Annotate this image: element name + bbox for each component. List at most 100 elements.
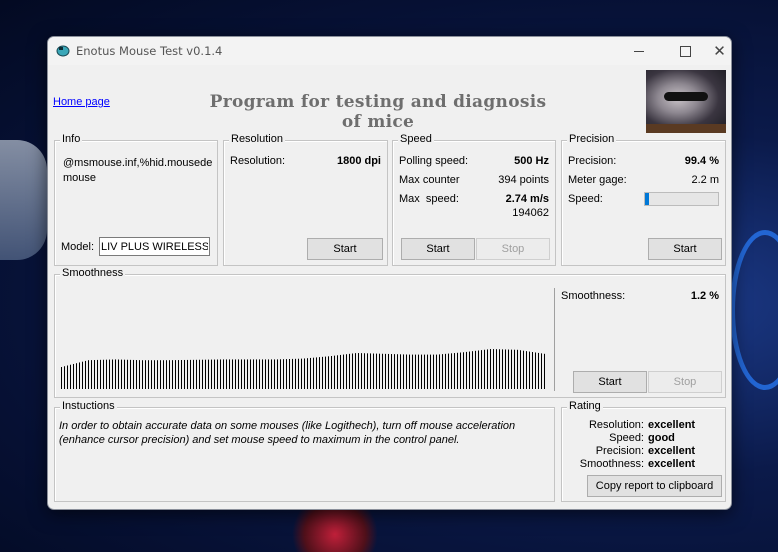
smoothness-start-button[interactable]: Start (573, 371, 647, 393)
graph-bar (412, 354, 413, 389)
copy-report-button[interactable]: Copy report to clipboard (587, 475, 722, 497)
graph-bar (202, 359, 203, 389)
rating-group: Rating Resolution: excellent Speed: good Pre… (561, 400, 726, 502)
graph-bar (169, 360, 170, 389)
graph-bar (256, 359, 257, 389)
graph-bar (493, 349, 494, 389)
resolution-group: Resolution Resolution: 1800 dpi Start (223, 133, 388, 266)
mouse-icon (56, 45, 70, 57)
graph-bar (499, 349, 500, 389)
precision-start-button[interactable]: Start (648, 238, 722, 260)
graph-bar (118, 359, 119, 389)
graph-bar (163, 360, 164, 389)
graph-bar (463, 352, 464, 389)
graph-bar (334, 355, 335, 389)
precision-title: Precision (567, 133, 617, 145)
max-counter-label: Max counter (399, 174, 460, 186)
resolution-start-button[interactable]: Start (307, 238, 383, 260)
graph-bar (199, 359, 200, 389)
smoothness-title: Smoothness (60, 267, 126, 279)
graph-bar (151, 360, 152, 389)
graph-bar (115, 359, 116, 389)
graph-bar (469, 351, 470, 389)
graph-bar (322, 356, 323, 389)
graph-bar (505, 349, 506, 389)
graph-bar (472, 351, 473, 389)
graph-bar (154, 360, 155, 389)
graph-bar (511, 349, 512, 389)
graph-bar (466, 351, 467, 389)
graph-bar (481, 350, 482, 389)
graph-bar (76, 363, 77, 389)
graph-bar (448, 353, 449, 389)
graph-bar (211, 359, 212, 389)
maximize-icon (679, 45, 691, 57)
speed-start-button[interactable]: Start (401, 238, 475, 260)
headline: Program for testing and diagnosis of mic… (209, 92, 547, 132)
graph-bar (277, 359, 278, 389)
graph-bar (250, 359, 251, 389)
graph-bar (538, 352, 539, 389)
graph-bar (271, 359, 272, 389)
graph-bar (121, 359, 122, 389)
close-button[interactable]: ✕ (708, 37, 731, 65)
graph-bar (415, 354, 416, 389)
meter-gage-label: Meter gage: (568, 174, 627, 186)
graph-bar (394, 354, 395, 389)
max-speed-value: 2.74 m/s (505, 193, 549, 205)
graph-bar (265, 359, 266, 389)
device-name: @msmouse.inf,%hid.mousede mouse (63, 157, 213, 184)
graph-bar (136, 360, 137, 389)
graph-bar (442, 354, 443, 389)
graph-bar (409, 354, 410, 389)
graph-bar (187, 359, 188, 389)
raccoon-image (646, 70, 726, 133)
precision-label: Precision: (568, 155, 617, 167)
graph-bar (79, 362, 80, 389)
graph-bar (328, 356, 329, 389)
speed-stop-button[interactable]: Stop (476, 238, 550, 260)
graph-bar (451, 353, 452, 389)
graph-bar (355, 353, 356, 389)
graph-bar (316, 357, 317, 389)
maximize-button[interactable] (662, 37, 708, 65)
graph-bar (487, 349, 488, 389)
resolution-value: 1800 dpi (336, 155, 381, 167)
home-page-link[interactable]: Home page (53, 96, 110, 108)
graph-bar (331, 356, 332, 389)
graph-bar (454, 353, 455, 389)
graph-bar (349, 353, 350, 389)
graph-bar (172, 360, 173, 389)
graph-bar (253, 359, 254, 389)
rating-row: Resolution: excellent (562, 419, 725, 432)
graph-bar (283, 359, 284, 389)
rating-value: excellent (648, 445, 696, 457)
graph-bar (397, 354, 398, 389)
graph-bar (367, 353, 368, 389)
resolution-label: Resolution: (230, 155, 286, 167)
desktop-decoration (280, 508, 390, 552)
graph-bar (433, 354, 434, 389)
graph-bar (214, 359, 215, 389)
graph-bar (418, 354, 419, 389)
graph-bar (325, 356, 326, 389)
rating-value: excellent (648, 458, 696, 470)
graph-bar (337, 355, 338, 389)
graph-bar (490, 349, 491, 389)
model-input[interactable] (99, 237, 210, 256)
graph-bar (364, 353, 365, 389)
graph-bar (382, 353, 383, 389)
info-group: Info @msmouse.inf,%hid.mousede mouse Mod… (54, 133, 218, 266)
graph-bar (142, 360, 143, 389)
graph-bar (229, 359, 230, 389)
smoothness-stop-button[interactable]: Stop (648, 371, 722, 393)
graph-bar (370, 353, 371, 389)
graph-bar (445, 353, 446, 389)
graph-bar (268, 359, 269, 389)
graph-bar (373, 353, 374, 389)
minimize-button[interactable] (616, 37, 662, 65)
speed-group: Speed Polling speed: 500 Hz Max counter … (392, 133, 556, 266)
graph-bar (175, 360, 176, 389)
graph-bar (127, 359, 128, 389)
graph-bar (70, 364, 71, 389)
